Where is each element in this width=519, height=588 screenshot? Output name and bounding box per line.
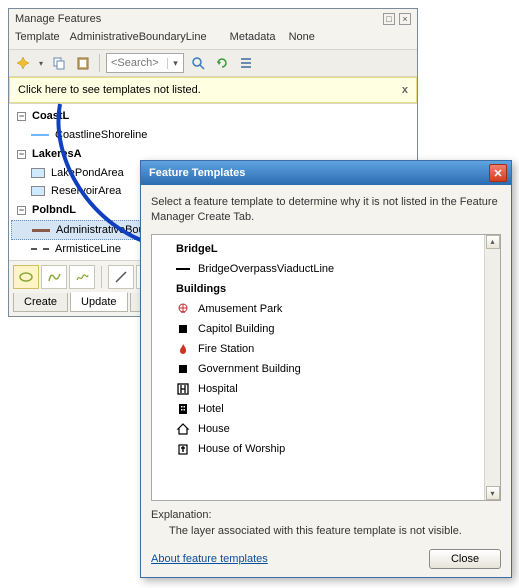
close-button[interactable]: Close	[429, 549, 501, 569]
bridge-line-icon	[176, 262, 190, 276]
curve-icon	[47, 270, 61, 284]
search-dropdown[interactable]: ▾	[167, 58, 183, 69]
line-icon	[114, 270, 128, 284]
hotel-icon	[176, 402, 190, 416]
magnifier-icon	[191, 56, 205, 70]
fire-icon	[176, 342, 190, 356]
new-template-dropdown[interactable]: ▾	[37, 59, 45, 68]
dialog-titlebar[interactable]: Feature Templates ✕	[141, 161, 511, 185]
polygon-symbol-icon	[31, 168, 45, 178]
scrollbar[interactable]: ▴ ▾	[484, 235, 500, 500]
line-symbol-icon	[32, 229, 50, 232]
metadata-label: Metadata None	[230, 31, 325, 43]
window-subtitle: TemplateAdministrativeBoundaryLine Metad…	[9, 29, 417, 49]
freehand-icon	[75, 270, 89, 284]
list-view-button[interactable]	[236, 53, 256, 73]
scroll-up-icon[interactable]: ▴	[486, 235, 500, 249]
hospital-icon	[176, 382, 190, 396]
list-group: Buildings	[154, 279, 482, 299]
polygon-symbol-icon	[31, 186, 45, 196]
dialog-title: Feature Templates	[149, 167, 245, 179]
line-symbol-icon	[31, 134, 49, 136]
toolbar-separator	[101, 266, 102, 288]
hint-close-icon[interactable]: x	[402, 84, 408, 96]
new-template-button[interactable]	[13, 53, 33, 73]
refresh-button[interactable]	[212, 53, 232, 73]
collapse-icon[interactable]: −	[17, 150, 26, 159]
copy-button[interactable]	[49, 53, 69, 73]
line-tool-button[interactable]	[108, 265, 134, 289]
toolbar-separator	[99, 54, 100, 72]
ellipse-tool-button[interactable]	[13, 265, 39, 289]
explanation-text: The layer associated with this feature t…	[151, 521, 501, 537]
copy-icon	[52, 56, 66, 70]
list-group: BridgeL	[154, 239, 482, 259]
list-item[interactable]: House of Worship	[154, 439, 482, 459]
list-item[interactable]: Fire Station	[154, 339, 482, 359]
explanation-label: Explanation:	[151, 509, 501, 521]
list-item[interactable]: Hospital	[154, 379, 482, 399]
window-titlebar: Manage Features □ ×	[9, 9, 417, 29]
hint-text: Click here to see templates not listed.	[18, 84, 201, 96]
hint-bar[interactable]: Click here to see templates not listed. …	[9, 77, 417, 103]
square-black-icon	[176, 362, 190, 376]
list-item[interactable]: House	[154, 419, 482, 439]
freehand-tool-button[interactable]	[69, 265, 95, 289]
feature-templates-dialog: Feature Templates ✕ Select a feature tem…	[140, 160, 512, 578]
ferris-icon	[176, 302, 190, 316]
list-item[interactable]: BridgeOverpassViaductLine	[154, 259, 482, 279]
ellipse-icon	[19, 270, 33, 284]
house-icon	[176, 422, 190, 436]
worship-icon	[176, 442, 190, 456]
about-link[interactable]: About feature templates	[151, 553, 268, 565]
tree-group-coastl[interactable]: − CoastL	[9, 106, 417, 126]
dialog-description: Select a feature template to determine w…	[151, 195, 501, 226]
tree-item[interactable]: CoastlineShoreline	[9, 126, 417, 144]
find-button[interactable]	[188, 53, 208, 73]
curve-tool-button[interactable]	[41, 265, 67, 289]
toolbar: ▾ ▾	[9, 49, 417, 77]
template-label: TemplateAdministrativeBoundaryLine	[15, 31, 217, 43]
explanation-section: Explanation: The layer associated with t…	[151, 509, 501, 537]
paste-button[interactable]	[73, 53, 93, 73]
refresh-icon	[215, 56, 229, 70]
tab-update[interactable]: Update	[70, 292, 127, 312]
search-input[interactable]	[107, 57, 167, 69]
scroll-down-icon[interactable]: ▾	[486, 486, 500, 500]
dialog-close-button[interactable]: ✕	[489, 164, 507, 182]
close-icon[interactable]: ×	[399, 13, 411, 25]
list-item[interactable]: Hotel	[154, 399, 482, 419]
list-item[interactable]: Capitol Building	[154, 319, 482, 339]
collapse-icon[interactable]: −	[17, 112, 26, 121]
maximize-icon[interactable]: □	[383, 13, 395, 25]
square-black-icon	[176, 322, 190, 336]
line-symbol-icon	[31, 248, 49, 250]
search-box[interactable]: ▾	[106, 53, 184, 73]
list-icon	[239, 56, 253, 70]
list-item[interactable]: Government Building	[154, 359, 482, 379]
window-title: Manage Features	[15, 13, 101, 25]
list-item[interactable]: Amusement Park	[154, 299, 482, 319]
collapse-icon[interactable]: −	[17, 206, 26, 215]
sparkle-icon	[16, 56, 30, 70]
tab-create[interactable]: Create	[13, 293, 68, 312]
template-list: BridgeL BridgeOverpassViaductLine Buildi…	[151, 234, 501, 501]
clipboard-icon	[76, 56, 90, 70]
